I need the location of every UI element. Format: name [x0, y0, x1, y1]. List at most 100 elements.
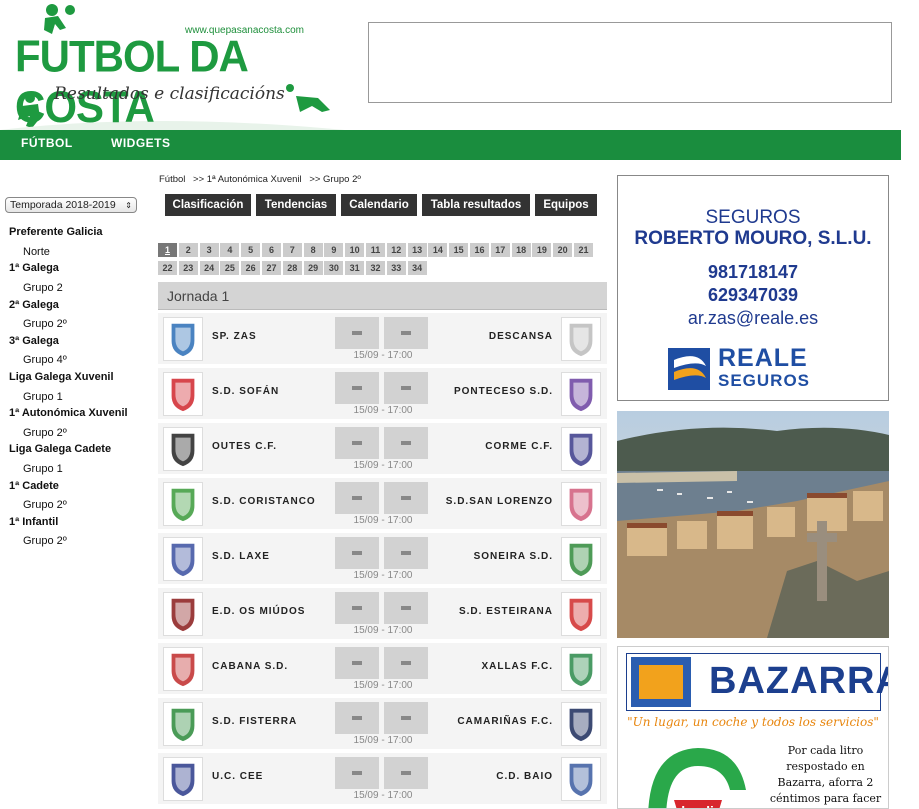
tab-tabla-resultados[interactable]: Tabla resultados: [422, 194, 530, 216]
round-page-link[interactable]: 17: [490, 243, 510, 257]
sidebar-group[interactable]: Grupo 1: [23, 391, 63, 403]
round-page-link[interactable]: 2: [178, 243, 198, 257]
away-team-name[interactable]: SONEIRA S.D.: [474, 551, 553, 562]
round-page-link[interactable]: 29: [303, 261, 323, 275]
away-team-name[interactable]: C.D. BAIO: [496, 771, 553, 782]
away-score-box: [384, 482, 428, 514]
match-row[interactable]: E.D. OS MIÚDOS 15/09 - 17:00 S.D. ESTEIRAN…: [158, 588, 607, 641]
round-page-link[interactable]: 10: [345, 243, 365, 257]
sidebar-group[interactable]: Grupo 2: [23, 282, 63, 294]
season-select[interactable]: Temporada 2018-2019 ⇕: [5, 197, 137, 213]
home-team-name[interactable]: CABANA S.D.: [212, 661, 288, 672]
home-team-name[interactable]: S.D. SOFÁN: [212, 386, 279, 397]
sidebar-group[interactable]: Grupo 2º: [23, 499, 67, 511]
sidebar-group[interactable]: Grupo 1: [23, 463, 63, 475]
away-team-name[interactable]: S.D. ESTEIRANA: [459, 606, 553, 617]
round-page-link[interactable]: 30: [324, 261, 344, 275]
round-page-link[interactable]: 25: [220, 261, 240, 275]
round-page-link[interactable]: 13: [407, 243, 427, 257]
bazarra-ad[interactable]: BAZARRA "Un lugar, un coche y todos los …: [617, 646, 889, 809]
round-page-link[interactable]: 22: [158, 261, 177, 275]
sidebar-category[interactable]: Liga Galega Cadete: [9, 443, 111, 455]
home-team-name[interactable]: OUTES C.F.: [212, 441, 277, 452]
away-team-name[interactable]: CAMARIÑAS F.C.: [457, 716, 553, 727]
round-page-link[interactable]: 19: [532, 243, 552, 257]
round-page-link[interactable]: 11: [366, 243, 385, 257]
match-row[interactable]: OUTES C.F. 15/09 - 17:00 CORME C.F.: [158, 423, 607, 476]
claudio-logo-text: claudio: [673, 803, 722, 809]
round-page-link[interactable]: 31: [345, 261, 365, 275]
away-team-name[interactable]: DESCANSA: [489, 331, 553, 342]
round-page-link[interactable]: 14: [428, 243, 448, 257]
round-page-link[interactable]: 20: [553, 243, 573, 257]
round-page-link[interactable]: 28: [282, 261, 302, 275]
sidebar-category[interactable]: 1ª Cadete: [9, 480, 59, 492]
sidebar-category[interactable]: 1ª Autonómica Xuvenil: [9, 407, 128, 419]
seguros-ad[interactable]: SEGUROS ROBERTO MOURO, S.L.U. 981718147 …: [617, 175, 889, 401]
away-team-name[interactable]: CORME C.F.: [485, 441, 553, 452]
sidebar-group[interactable]: Grupo 2º: [23, 427, 67, 439]
round-page-link[interactable]: 24: [199, 261, 219, 275]
breadcrumb-item[interactable]: >> 1ª Autonómica Xuvenil: [193, 174, 302, 185]
home-score-box: [335, 702, 379, 734]
sidebar-group[interactable]: Grupo 2º: [23, 318, 67, 330]
round-page-link[interactable]: 23: [178, 261, 198, 275]
round-page-link[interactable]: 8: [303, 243, 323, 257]
round-page-link[interactable]: 32: [366, 261, 385, 275]
round-page-link[interactable]: 1: [158, 243, 177, 257]
sidebar-category[interactable]: 3ª Galega: [9, 335, 59, 347]
sidebar-category[interactable]: Liga Galega Xuvenil: [9, 371, 114, 383]
home-team-name[interactable]: S.D. LAXE: [212, 551, 270, 562]
round-page-link[interactable]: 26: [241, 261, 261, 275]
match-datetime: 15/09 - 17:00: [353, 515, 413, 526]
round-page-link[interactable]: 34: [407, 261, 427, 275]
round-page-link[interactable]: 21: [574, 243, 593, 257]
away-team-name[interactable]: PONTECESO S.D.: [454, 386, 553, 397]
round-page-link[interactable]: 16: [470, 243, 489, 257]
sidebar-category[interactable]: 1ª Galega: [9, 262, 59, 274]
round-page-link[interactable]: 4: [220, 243, 240, 257]
round-page-link[interactable]: 7: [282, 243, 302, 257]
away-team-name[interactable]: S.D.SAN LORENZO: [446, 496, 553, 507]
nav-widgets[interactable]: WIDGETS: [111, 136, 171, 150]
round-page-link[interactable]: 9: [324, 243, 344, 257]
sidebar-group[interactable]: Grupo 4º: [23, 354, 67, 366]
tab-calendario[interactable]: Calendario: [341, 194, 417, 216]
round-page-link[interactable]: 5: [241, 243, 261, 257]
match-row[interactable]: CABANA S.D. 15/09 - 17:00 XALLAS F.C.: [158, 643, 607, 696]
home-team-name[interactable]: S.D. FISTERRA: [212, 716, 297, 727]
breadcrumb-item[interactable]: Fútbol: [159, 174, 185, 185]
away-team-name[interactable]: XALLAS F.C.: [481, 661, 553, 672]
header-ad-banner[interactable]: [368, 22, 892, 103]
round-page-link[interactable]: 6: [262, 243, 281, 257]
home-team-name[interactable]: U.C. CEE: [212, 771, 263, 782]
round-page-link[interactable]: 15: [449, 243, 469, 257]
sidebar-category[interactable]: Preferente Galicia: [9, 226, 103, 238]
tab-equipos[interactable]: Equipos: [535, 194, 597, 216]
match-row[interactable]: SP. ZAS 15/09 - 17:00 DESCANSA: [158, 313, 607, 366]
home-team-name[interactable]: S.D. CORISTANCO: [212, 496, 316, 507]
sidebar-category[interactable]: 1ª Infantil: [9, 516, 58, 528]
nav-futbol[interactable]: FÚTBOL: [21, 136, 73, 150]
round-page-link[interactable]: 33: [386, 261, 406, 275]
sidebar-group[interactable]: Grupo 2º: [23, 535, 67, 547]
match-row[interactable]: S.D. SOFÁN 15/09 - 17:00 PONTECESO S.D.: [158, 368, 607, 421]
home-team-name[interactable]: E.D. OS MIÚDOS: [212, 606, 305, 617]
home-team-name[interactable]: SP. ZAS: [212, 331, 257, 342]
breadcrumb-item[interactable]: >> Grupo 2º: [309, 174, 361, 185]
round-page-link[interactable]: 18: [511, 243, 531, 257]
tab-tendencias[interactable]: Tendencias: [256, 194, 336, 216]
match-row[interactable]: S.D. LAXE 15/09 - 17:00 SONEIRA S.D.: [158, 533, 607, 586]
round-page-link[interactable]: 3: [199, 243, 219, 257]
match-row[interactable]: S.D. FISTERRA 15/09 - 17:00 CAMARIÑAS F.C.: [158, 698, 607, 751]
site-logo[interactable]: www.quepasanacosta.com FUTBOL DA COSTA R…: [0, 0, 345, 131]
round-page-link[interactable]: 27: [262, 261, 281, 275]
round-page-link[interactable]: 12: [386, 243, 406, 257]
match-datetime: 15/09 - 17:00: [353, 570, 413, 581]
sidebar-group[interactable]: Norte: [23, 246, 50, 258]
match-row[interactable]: U.C. CEE 15/09 - 17:00 C.D. BAIO: [158, 753, 607, 806]
match-row[interactable]: S.D. CORISTANCO 15/09 - 17:00 S.D.SAN LORE…: [158, 478, 607, 531]
sidebar-category[interactable]: 2ª Galega: [9, 299, 59, 311]
tab-clasificacion[interactable]: Clasificación: [165, 194, 251, 216]
harbour-photo[interactable]: [617, 411, 889, 638]
